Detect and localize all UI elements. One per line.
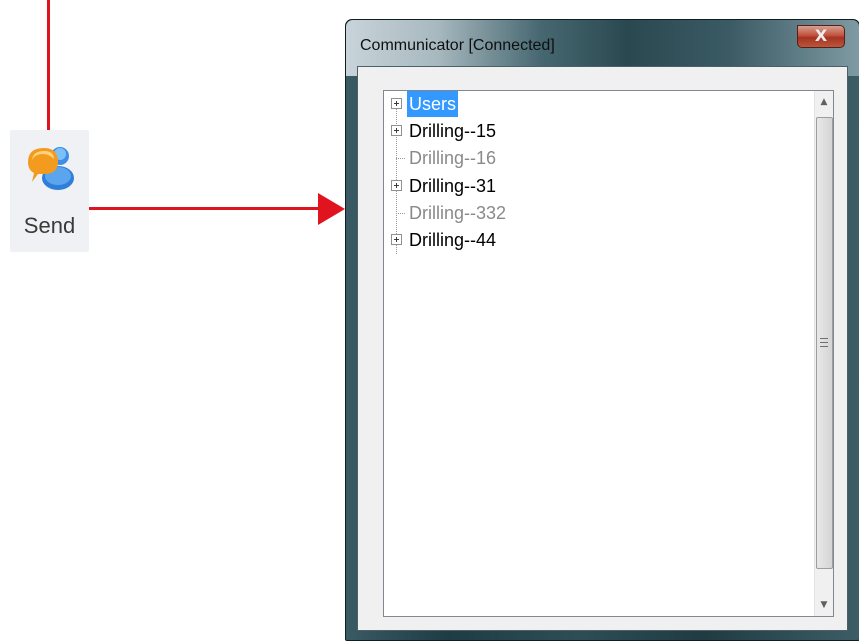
vertical-scrollbar[interactable]: ▲ ▼ (814, 91, 833, 616)
scroll-grip-icon (820, 338, 828, 347)
user-tree-view[interactable]: Users Drilling--15 Drilling--16 Drilling… (383, 90, 834, 617)
tree-leaf-connector (396, 158, 405, 159)
annotation-vertical-line (47, 0, 50, 130)
tree-item-label: Drilling--44 (409, 230, 497, 250)
window-client-area: Users Drilling--15 Drilling--16 Drilling… (357, 66, 848, 631)
expand-plus-icon[interactable] (391, 125, 402, 136)
tree-item-label: Drilling--15 (409, 121, 497, 141)
tree-item-label: Drilling--332 (409, 203, 507, 223)
close-button[interactable]: X (797, 25, 845, 48)
send-button[interactable]: Send (10, 130, 89, 252)
tree-item-label: Drilling--31 (409, 176, 497, 196)
tree-leaf-connector (396, 213, 405, 214)
annotation-arrow-head (318, 193, 345, 225)
tree-item-label: Drilling--16 (409, 148, 497, 168)
expand-plus-icon[interactable] (391, 98, 402, 109)
scroll-up-arrow-icon[interactable]: ▲ (815, 93, 833, 111)
expand-plus-icon[interactable] (391, 180, 402, 191)
expand-plus-icon[interactable] (391, 234, 402, 245)
scroll-thumb[interactable] (816, 117, 833, 569)
communicator-window: Communicator [Connected] X Users Drillin… (345, 19, 859, 641)
send-button-label: Send (23, 213, 76, 238)
close-icon: X (814, 26, 828, 45)
scroll-down-arrow-icon[interactable]: ▼ (815, 596, 833, 614)
window-title: Communicator [Connected] (360, 37, 555, 54)
chat-bubbles-icon (28, 147, 74, 190)
annotation-horizontal-line (83, 207, 321, 210)
tree-item-label: Users (407, 91, 459, 117)
